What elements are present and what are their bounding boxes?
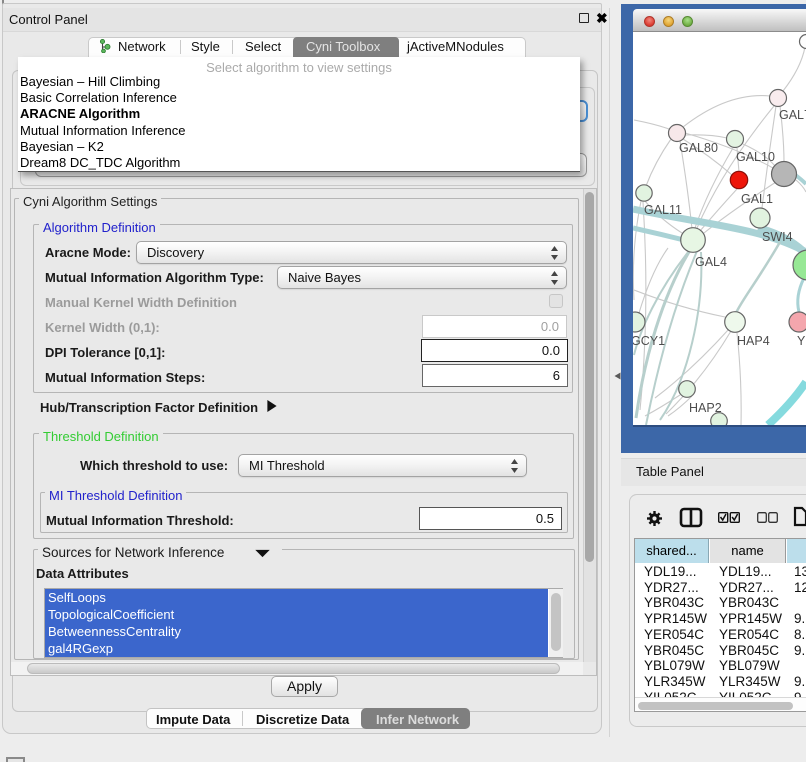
svg-text:GAL10: GAL10 <box>736 150 775 164</box>
svg-text:GAL11: GAL11 <box>644 203 682 217</box>
svg-text:GAL1: GAL1 <box>741 192 773 206</box>
svg-text:HAP2: HAP2 <box>689 401 722 415</box>
svg-text:HAP4: HAP4 <box>737 334 770 348</box>
svg-text:GCY1: GCY1 <box>633 334 665 348</box>
svg-text:SWI4: SWI4 <box>762 230 793 244</box>
svg-text:Y: Y <box>797 334 806 348</box>
svg-text:GAL7: GAL7 <box>779 108 806 122</box>
svg-text:GAL4: GAL4 <box>695 255 727 269</box>
svg-text:GAL80: GAL80 <box>679 141 718 155</box>
